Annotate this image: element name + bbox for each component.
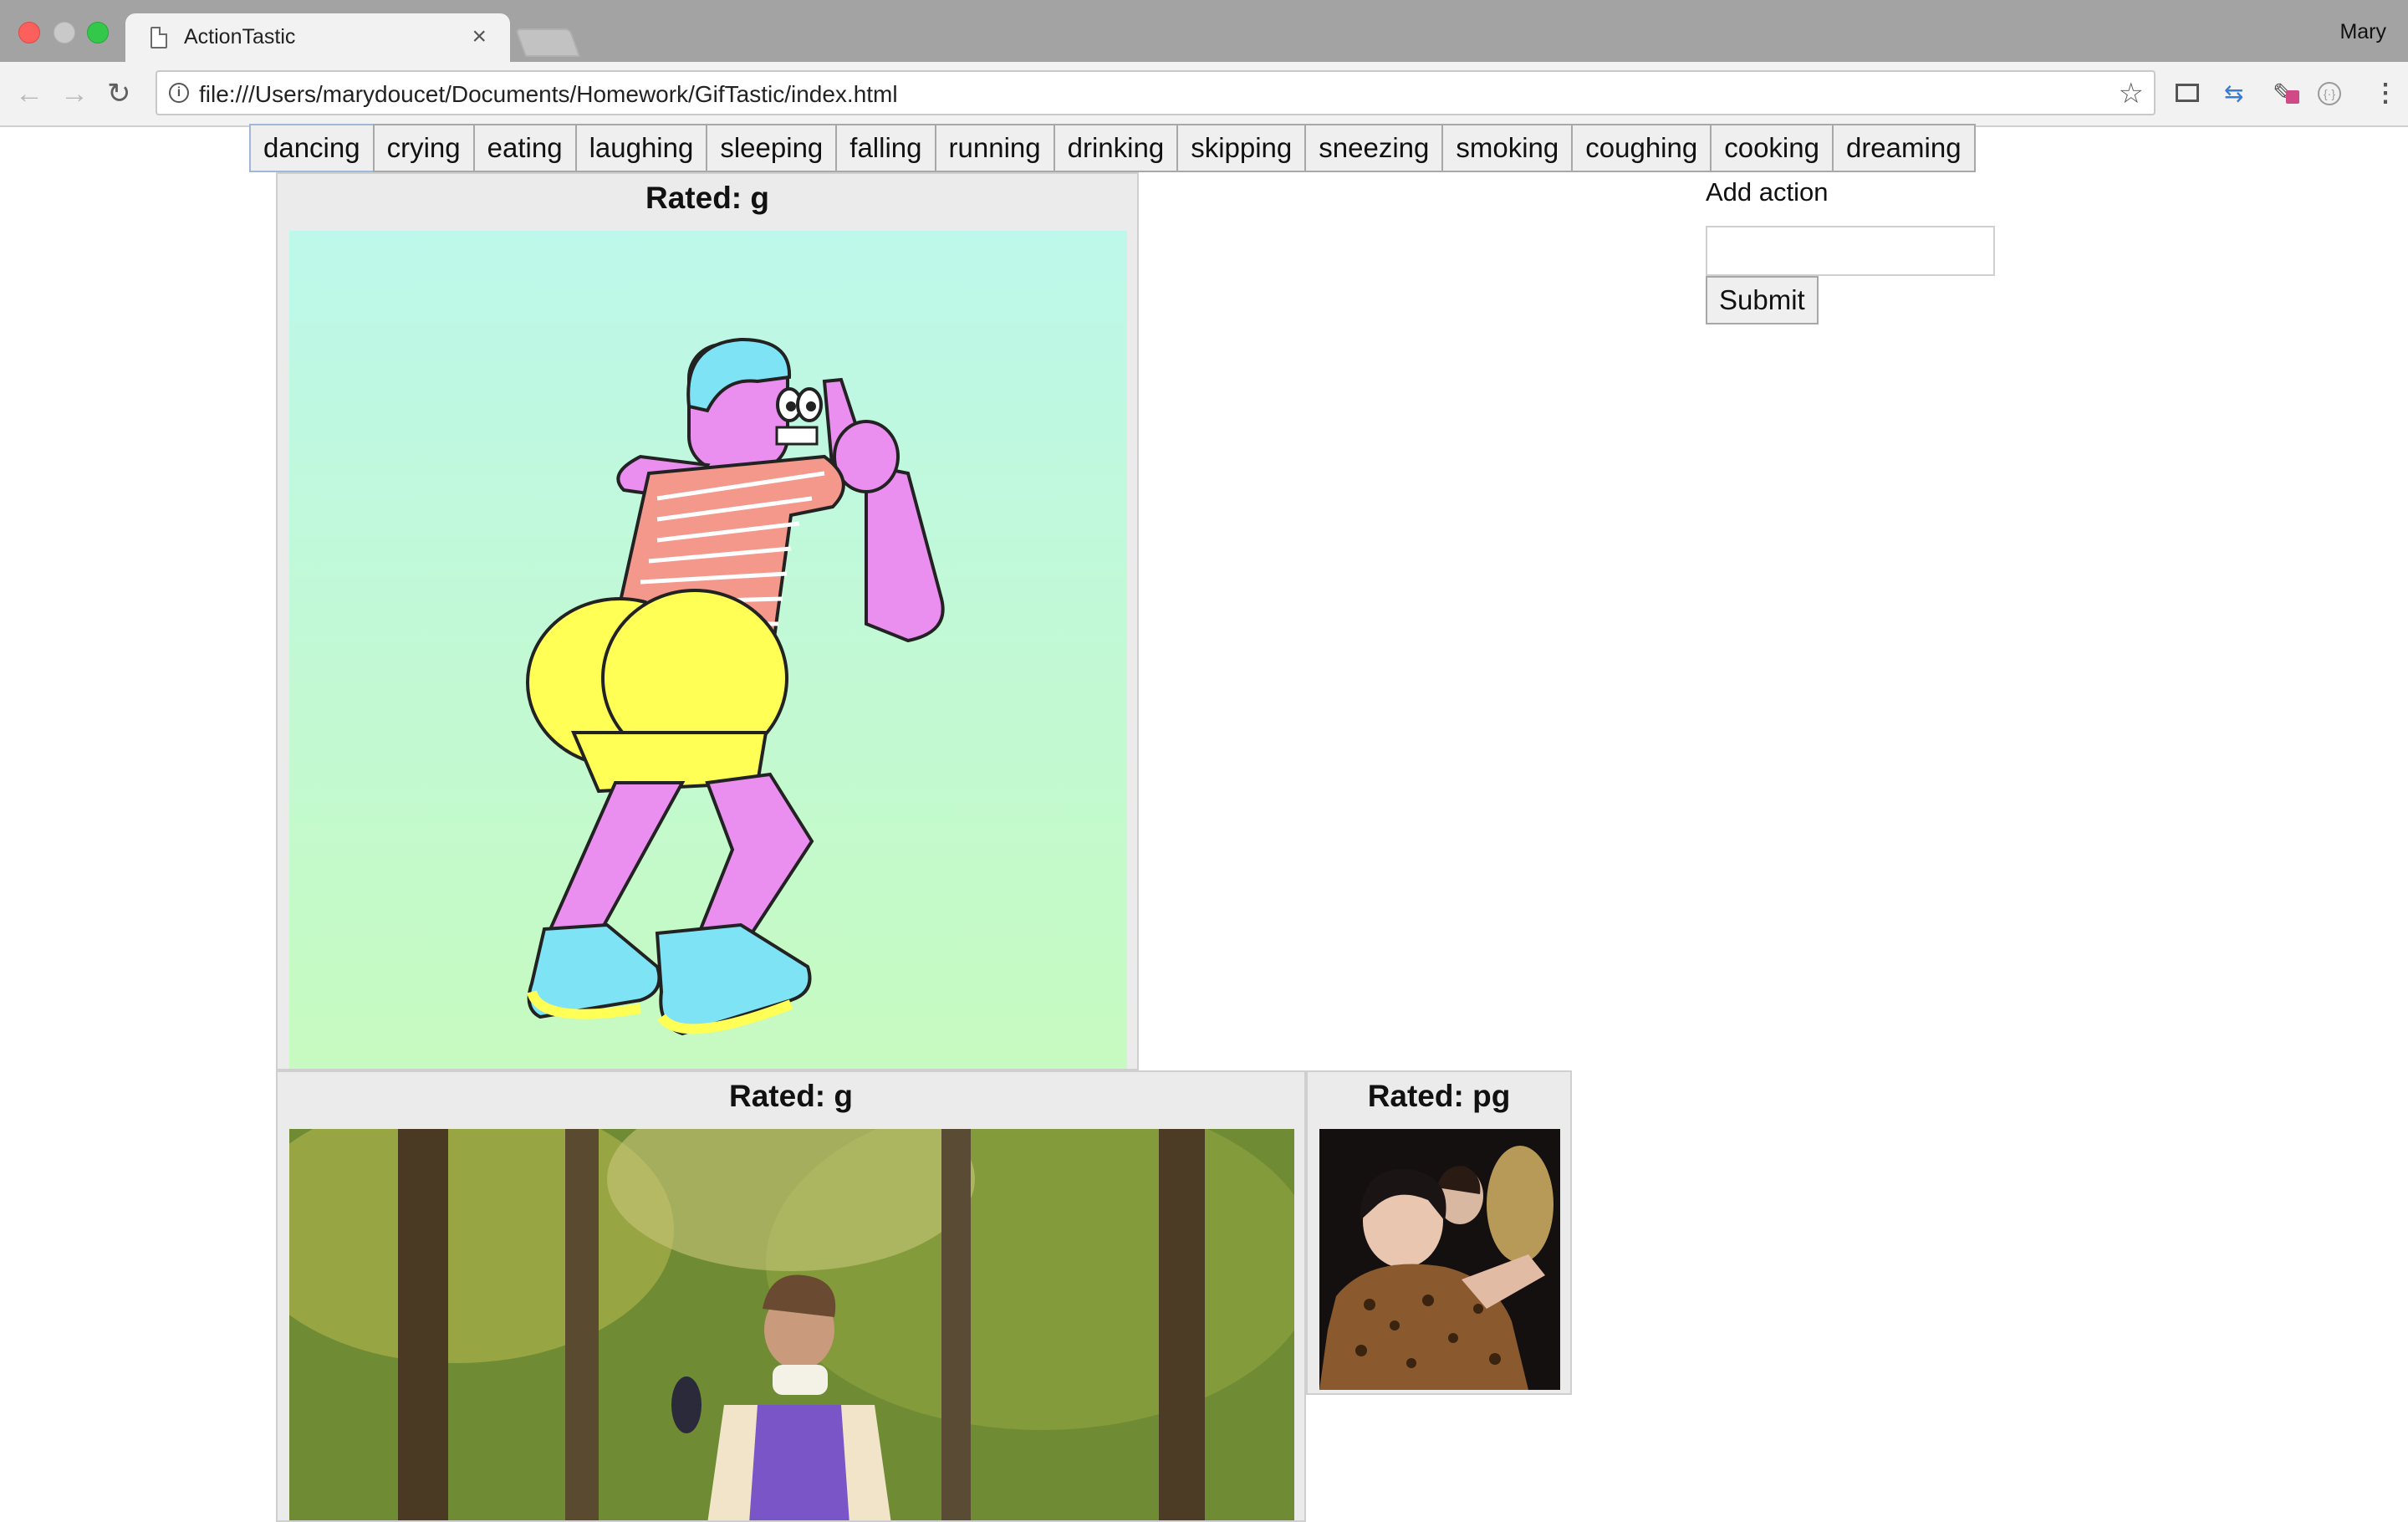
window-close-button[interactable]: [18, 22, 40, 43]
eyedropper-color-badge: [2286, 90, 2299, 104]
action-button-crying[interactable]: crying: [372, 124, 475, 172]
action-button-sleeping[interactable]: sleeping: [706, 124, 838, 172]
audience-dancers-photo: [1319, 1129, 1560, 1390]
window-zoom-button[interactable]: [87, 22, 109, 43]
new-tab-button[interactable]: [514, 28, 581, 57]
action-button-smoking[interactable]: smoking: [1441, 124, 1574, 172]
action-button-dreaming[interactable]: dreaming: [1831, 124, 1976, 172]
gif-card: Rated: pg: [1306, 1070, 1572, 1395]
action-button-eating[interactable]: eating: [472, 124, 577, 172]
window-minimize-button[interactable]: [54, 22, 75, 43]
forward-arrow-icon[interactable]: →: [60, 77, 89, 110]
menu-dots-icon[interactable]: ⋮: [2373, 79, 2398, 109]
action-button-dancing[interactable]: dancing: [249, 124, 375, 172]
gif-image[interactable]: [289, 231, 1127, 1069]
info-icon[interactable]: i: [169, 83, 189, 103]
action-button-drinking[interactable]: drinking: [1053, 124, 1179, 172]
reload-icon[interactable]: ↻: [107, 77, 131, 110]
browser-tab[interactable]: ActionTastic ×: [125, 13, 510, 62]
gif-rating: Rated: g: [729, 1079, 853, 1113]
action-button-coughing[interactable]: coughing: [1571, 124, 1712, 172]
forest-dancer-photo: [289, 1129, 1294, 1520]
address-bar[interactable]: i file:///Users/marydoucet/Documents/Hom…: [156, 70, 2155, 115]
cartoon-dancer-illustration: [526, 337, 945, 1036]
action-button-cooking[interactable]: cooking: [1710, 124, 1834, 172]
gif-rating: Rated: pg: [1367, 1079, 1511, 1113]
tab-strip: ActionTastic × Mary: [0, 0, 2408, 62]
profile-name[interactable]: Mary: [2339, 20, 2386, 44]
action-button-falling[interactable]: falling: [835, 124, 936, 172]
gif-card: Rated: g: [276, 1070, 1306, 1522]
extension-icon[interactable]: {·}: [2318, 82, 2341, 105]
document-icon: [150, 27, 167, 49]
add-action-label: Add action: [1706, 177, 1829, 207]
add-action-input[interactable]: [1706, 226, 1995, 276]
action-button-skipping[interactable]: skipping: [1176, 124, 1307, 172]
gif-image[interactable]: [289, 1129, 1294, 1520]
cast-icon[interactable]: [2176, 84, 2199, 102]
gif-card: Rated: g: [276, 172, 1139, 1070]
action-button-laughing[interactable]: laughing: [574, 124, 708, 172]
back-arrow-icon[interactable]: ←: [15, 77, 43, 110]
url-text[interactable]: file:///Users/marydoucet/Documents/Homew…: [199, 81, 898, 108]
gif-rating: Rated: g: [645, 181, 769, 215]
tab-title: ActionTastic: [184, 25, 296, 49]
bookmark-star-icon[interactable]: ☆: [2119, 77, 2144, 110]
tab-close-icon[interactable]: ×: [472, 22, 487, 52]
sync-arrows-icon[interactable]: ⇆: [2224, 79, 2243, 109]
browser-toolbar: ← → ↻ i file:///Users/marydoucet/Documen…: [0, 62, 2408, 127]
gif-image[interactable]: [1319, 1129, 1560, 1390]
action-button-bar: dancing crying eating laughing sleeping …: [249, 124, 1976, 172]
action-button-sneezing[interactable]: sneezing: [1304, 124, 1444, 172]
submit-button[interactable]: Submit: [1706, 276, 1819, 324]
action-button-running[interactable]: running: [934, 124, 1055, 172]
